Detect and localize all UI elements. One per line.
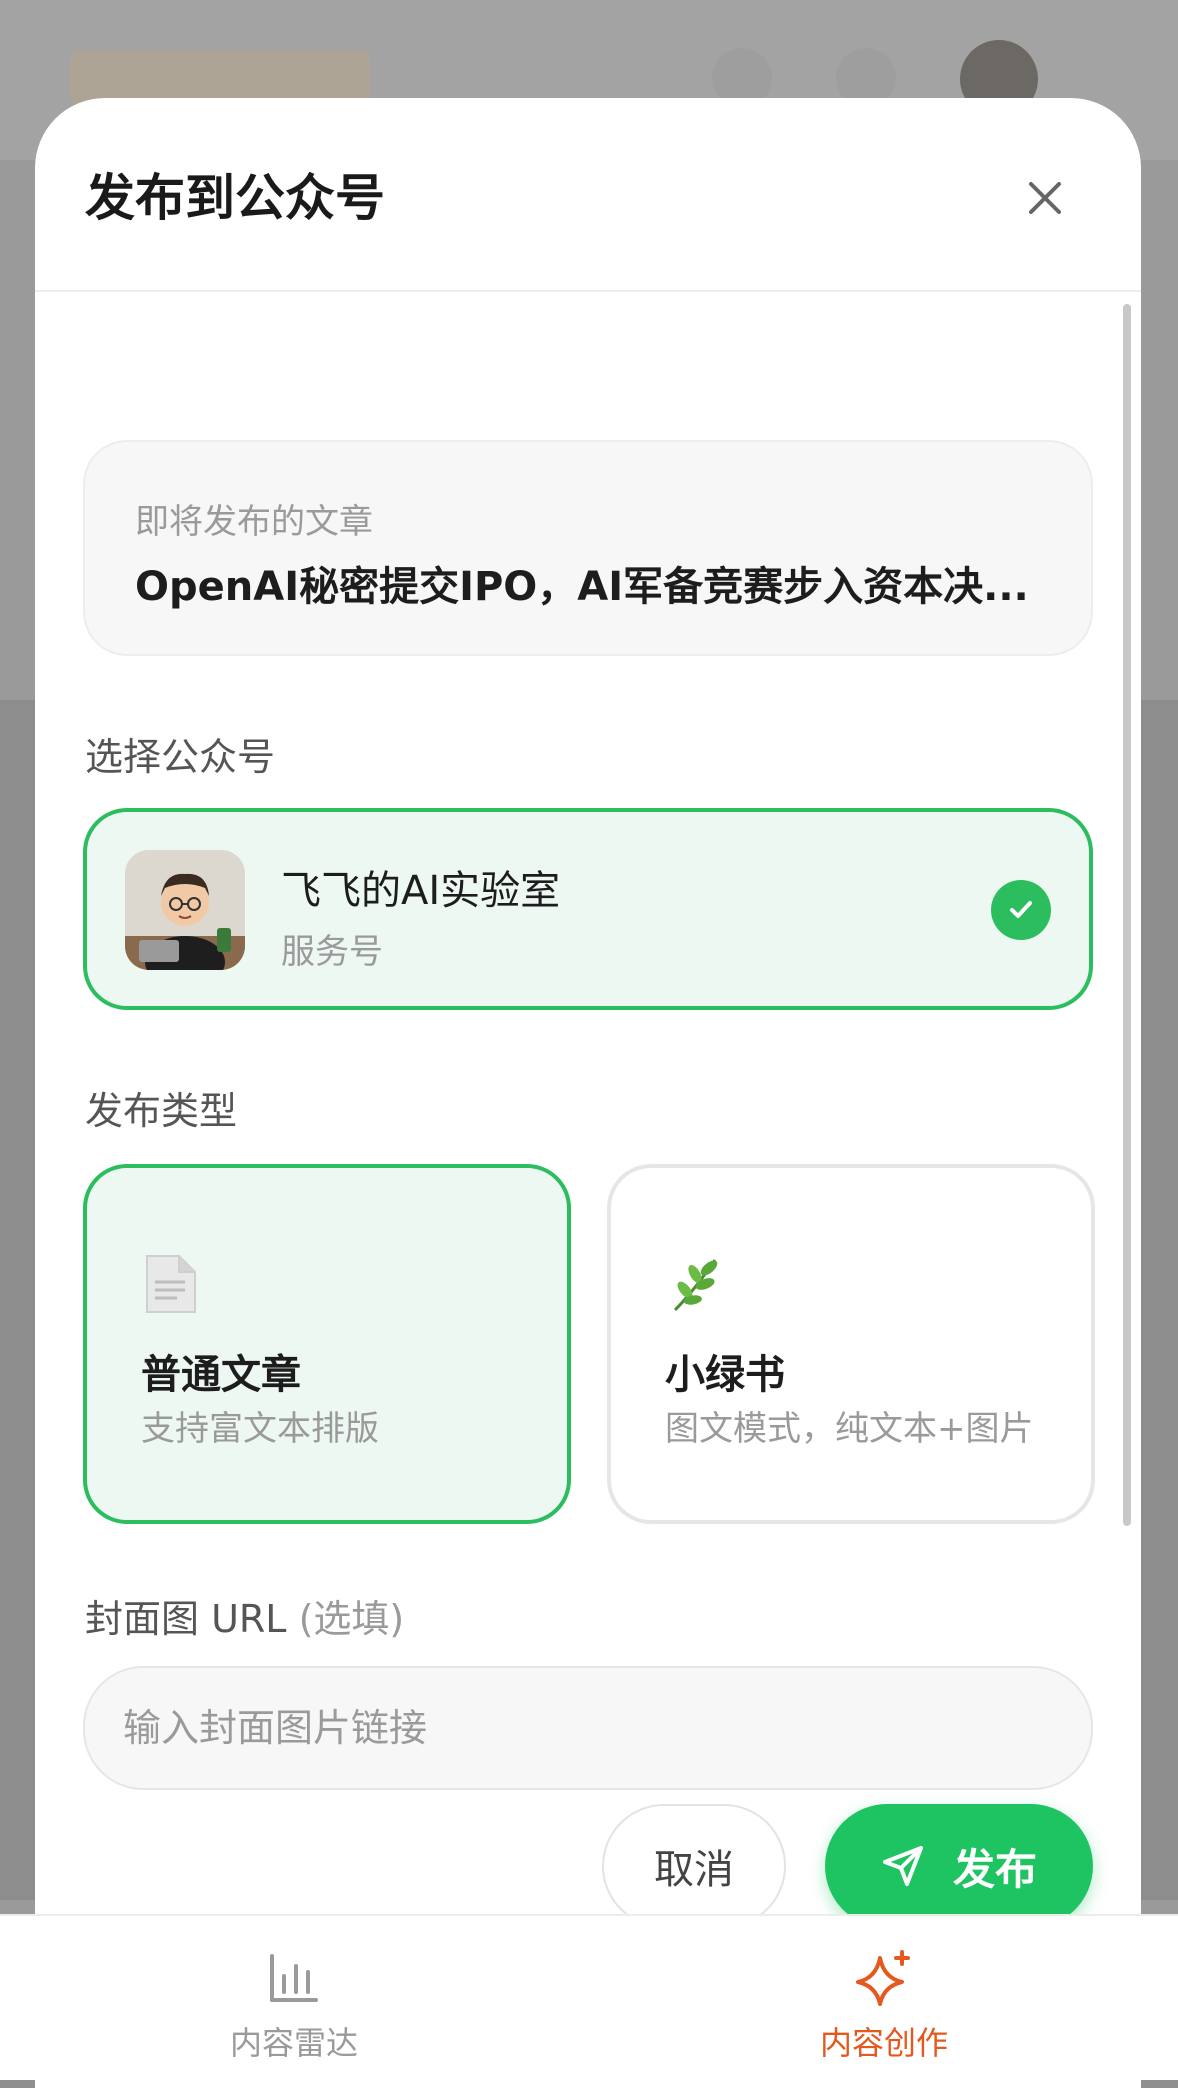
account-section-label: 选择公众号 xyxy=(85,735,276,779)
modal-title: 发布到公众号 xyxy=(85,169,385,227)
publish-button[interactable]: 发布 xyxy=(825,1804,1093,1928)
nav-item-content-creation[interactable]: 内容创作 xyxy=(734,1916,1034,2082)
nav-label: 内容创作 xyxy=(819,2024,948,2062)
cover-url-input[interactable] xyxy=(83,1666,1093,1790)
cover-url-label: 封面图 URL (选填) xyxy=(85,1588,404,1643)
herb-icon xyxy=(665,1252,725,1316)
cancel-button[interactable]: 取消 xyxy=(602,1804,786,1928)
publish-label: 发布 xyxy=(952,1844,1037,1894)
bottom-nav: 内容雷达 内容创作 xyxy=(0,1914,1178,2080)
account-option-selected[interactable]: 飞飞的AI实验室 服务号 xyxy=(83,808,1093,1010)
modal-body: 即将发布的文章 OpenAI秘密提交IPO，AI军备竞赛步入资本决... 选择公… xyxy=(35,294,1141,1950)
bar-chart-icon xyxy=(264,1948,324,2008)
sparkle-icon xyxy=(854,1948,914,2008)
article-preview: 即将发布的文章 OpenAI秘密提交IPO，AI军备竞赛步入资本决... xyxy=(83,440,1093,656)
nav-label: 内容雷达 xyxy=(229,2024,358,2062)
cover-optional-hint: (选填) xyxy=(298,1597,405,1641)
article-label: 即将发布的文章 xyxy=(135,502,373,542)
type-desc: 支持富文本排版 xyxy=(141,1409,379,1449)
modal-header: 发布到公众号 xyxy=(35,98,1141,292)
avatar-illustration xyxy=(125,850,245,970)
account-type: 服务号 xyxy=(281,932,383,972)
close-button[interactable] xyxy=(1015,168,1075,228)
account-avatar xyxy=(125,850,245,970)
nav-item-content-radar[interactable]: 内容雷达 xyxy=(144,1916,444,2082)
account-name: 飞飞的AI实验室 xyxy=(281,868,561,914)
article-title: OpenAI秘密提交IPO，AI军备竞赛步入资本决... xyxy=(135,564,1029,610)
close-icon xyxy=(1029,182,1061,214)
type-desc: 图文模式，纯文本+图片 xyxy=(665,1409,1034,1449)
check-icon xyxy=(991,880,1051,940)
document-icon xyxy=(141,1252,201,1316)
publish-type-label: 发布类型 xyxy=(85,1089,238,1133)
send-icon xyxy=(882,1846,923,1886)
type-title: 普通文章 xyxy=(141,1352,301,1398)
type-title: 小绿书 xyxy=(665,1352,785,1398)
type-option-article[interactable]: 普通文章 支持富文本排版 xyxy=(83,1164,571,1524)
type-option-green-book[interactable]: 小绿书 图文模式，纯文本+图片 xyxy=(607,1164,1095,1524)
publish-modal: 发布到公众号 即将发布的文章 OpenAI秘密提交IPO，AI军备竞赛步入资本决… xyxy=(35,98,1141,2088)
cover-label-text: 封面图 URL xyxy=(85,1597,287,1641)
